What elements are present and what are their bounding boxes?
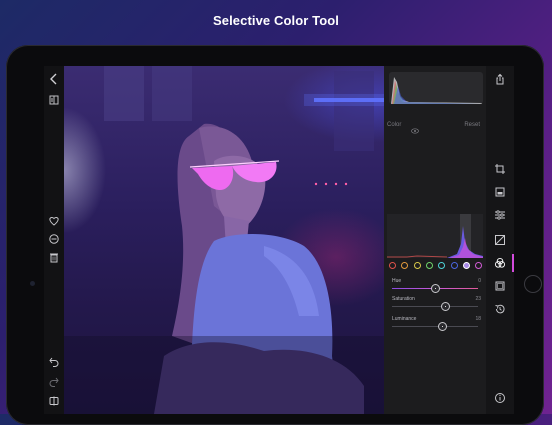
swatch-yellow[interactable]: [413, 262, 421, 269]
hue-label: Hue: [392, 278, 402, 284]
compare-icon[interactable]: [46, 93, 62, 107]
saturation-slider-track[interactable]: [392, 306, 478, 307]
swatch-purple[interactable]: [462, 262, 470, 269]
left-toolbar: [44, 66, 64, 414]
right-toolbar: [486, 66, 514, 414]
headline: Selective Color Tool: [212, 13, 339, 28]
heart-icon[interactable]: [46, 214, 62, 228]
saturation-label: Saturation: [392, 296, 415, 302]
color-histogram: [387, 214, 483, 258]
saturation-slider-knob[interactable]: [440, 302, 450, 311]
info-icon[interactable]: [492, 391, 508, 405]
swatch-red[interactable]: [389, 262, 396, 269]
app-screen: Color Reset Hue 0 Saturation 23 Luminance 18: [44, 66, 514, 414]
light-dot: [334, 182, 338, 186]
curves-icon[interactable]: [492, 233, 508, 247]
eye-icon[interactable]: [411, 121, 419, 134]
share-icon[interactable]: [492, 72, 508, 86]
swatch-magenta[interactable]: [475, 262, 483, 269]
luminance-slider-track[interactable]: [392, 326, 478, 327]
photo-canvas[interactable]: [64, 66, 384, 414]
light-dot: [324, 182, 328, 186]
color-swatches: [389, 262, 485, 272]
reject-icon[interactable]: [46, 232, 62, 246]
shadow: [64, 336, 384, 414]
wall-panel: [104, 66, 144, 121]
adjustment-panel: Color Reset Hue 0 Saturation 23 Luminance 18: [384, 66, 486, 414]
swatch-orange[interactable]: [401, 262, 409, 269]
split-view-icon[interactable]: [46, 394, 62, 408]
trash-icon[interactable]: [46, 250, 62, 264]
active-tool-indicator: [512, 254, 514, 272]
swatch-blue[interactable]: [450, 262, 458, 269]
luminance-value: 18: [475, 316, 481, 322]
swatch-aqua[interactable]: [438, 262, 446, 269]
camera: [30, 281, 35, 286]
vignette-icon[interactable]: [492, 279, 508, 293]
saturation-value: 23: [475, 296, 481, 302]
swatch-green[interactable]: [425, 262, 433, 269]
light-dot: [344, 182, 348, 186]
hue-value: 0: [478, 278, 481, 284]
luminance-slider-knob[interactable]: [438, 322, 448, 331]
wall-panel: [152, 66, 192, 121]
crop-icon[interactable]: [492, 162, 508, 176]
neon-glow: [304, 94, 384, 106]
home-button[interactable]: [524, 275, 542, 293]
light-dot: [314, 182, 318, 186]
adjust-icon[interactable]: [492, 208, 508, 222]
redo-icon[interactable]: [46, 375, 62, 389]
histogram: [389, 72, 483, 104]
preset-icon[interactable]: [492, 185, 508, 199]
selective-color-icon[interactable]: [492, 256, 508, 270]
reset-button[interactable]: Reset: [464, 122, 480, 128]
hue-slider-knob[interactable]: [430, 284, 440, 293]
luminance-label: Luminance: [392, 316, 417, 322]
undo-icon[interactable]: [46, 355, 62, 369]
color-label: Color: [387, 122, 402, 128]
back-icon[interactable]: [46, 72, 62, 86]
photo-image: [64, 66, 384, 414]
wall-panel: [334, 71, 374, 151]
history-icon[interactable]: [492, 302, 508, 316]
